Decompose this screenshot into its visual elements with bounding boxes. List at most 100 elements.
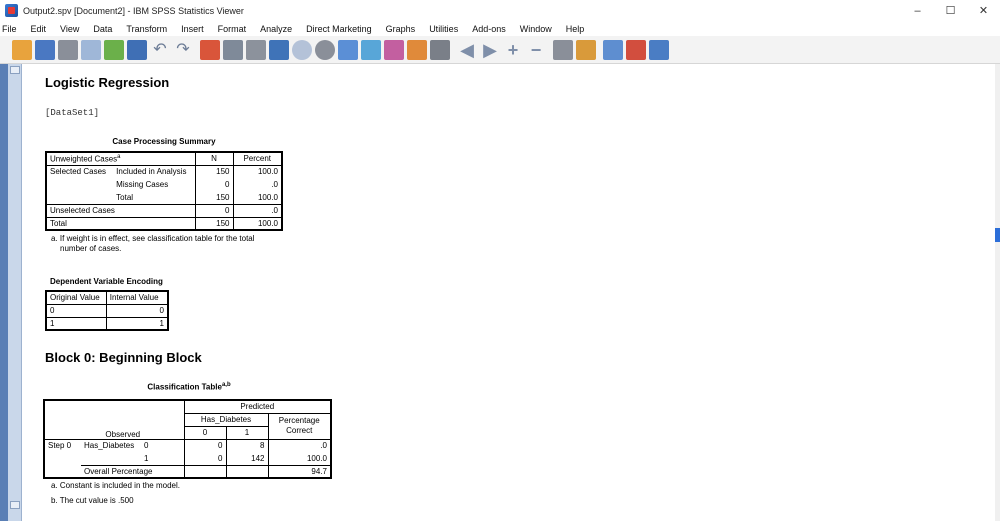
save-icon[interactable]	[35, 39, 55, 60]
outline-pane[interactable]	[0, 64, 8, 521]
menu-direct-marketing[interactable]: Direct Marketing	[299, 24, 379, 34]
classification-table: Predicted Has_Diabetes Percentage Correct…	[43, 399, 332, 479]
open-icon[interactable]	[12, 39, 32, 60]
outline-scroll-up-button[interactable]	[10, 66, 20, 74]
predicted-value-0: 0	[183, 426, 226, 440]
cell-n: 0	[194, 178, 233, 191]
menu-utilities[interactable]: Utilities	[422, 24, 465, 34]
goto-variable-icon[interactable]	[223, 39, 243, 60]
minimize-button[interactable]: –	[901, 0, 934, 21]
menu-window[interactable]: Window	[513, 24, 559, 34]
menu-analyze[interactable]: Analyze	[253, 24, 299, 34]
col-header-unweighted: Unweighted Casesa	[45, 151, 195, 166]
menu-bar: File Edit View Data Transform Insert For…	[0, 21, 1000, 36]
menu-insert[interactable]: Insert	[174, 24, 211, 34]
demote-icon[interactable]	[407, 39, 427, 60]
heading-logistic-regression: Logistic Regression	[45, 75, 170, 90]
classification-footnote-a: a. Constant is included in the model.	[51, 481, 180, 490]
export-icon[interactable]	[104, 39, 124, 60]
classification-title: Classification Tablea,b	[147, 382, 231, 392]
col-header-n: N	[194, 151, 233, 166]
cell-internal: 0	[105, 304, 169, 317]
classification-footnote-b: b. The cut value is .500	[51, 496, 134, 505]
window-title: Output2.spv [Document2] - IBM SPSS Stati…	[23, 5, 244, 16]
outline-scroll-down-button[interactable]	[10, 501, 20, 509]
cell-percent: .0	[232, 203, 283, 217]
menu-transform[interactable]: Transform	[119, 24, 174, 34]
observed-value-0: 0	[141, 438, 184, 452]
variables-icon[interactable]	[246, 39, 266, 60]
insert-title-icon[interactable]	[553, 39, 573, 60]
row-sublabel: Total	[116, 192, 134, 202]
cell-original: 0	[44, 304, 107, 317]
menu-help[interactable]: Help	[559, 24, 592, 34]
spss-app-icon	[5, 4, 18, 17]
goto-case-icon[interactable]	[200, 39, 220, 60]
heading-block-0: Block 0: Beginning Block	[45, 350, 202, 365]
show-icon[interactable]	[338, 39, 358, 60]
chart-icon[interactable]	[603, 39, 623, 60]
cell-percent: 100.0	[232, 216, 283, 231]
predicted-var-header: Has_Diabetes	[183, 413, 268, 427]
row-label	[44, 178, 114, 191]
hide-all-icon[interactable]: +	[503, 40, 523, 60]
row-sublabel: Missing Cases	[116, 180, 169, 189]
vertical-scrollbar[interactable]	[995, 64, 1000, 521]
hide-icon[interactable]	[361, 39, 381, 60]
menu-format[interactable]: Format	[211, 24, 254, 34]
col-header-percent: Percent	[232, 151, 283, 166]
predicted-header: Predicted	[183, 399, 332, 414]
observed-value-1: 1	[144, 453, 149, 463]
cell-count: 0	[183, 452, 226, 465]
step-label: Step 0	[43, 438, 81, 452]
cell-count: 8	[225, 438, 268, 452]
observed-var: Has_Diabetes	[81, 438, 141, 452]
cell-percent: 100.0	[232, 165, 283, 178]
cell-n: 150	[194, 191, 233, 204]
window-controls: – ☐ ✕	[901, 0, 1000, 21]
cell-percent: 100.0	[232, 191, 283, 204]
menu-add-ons[interactable]: Add-ons	[465, 24, 513, 34]
row-label	[44, 191, 114, 204]
insert-heading-icon[interactable]: −	[526, 40, 546, 60]
print-icon[interactable]	[58, 39, 78, 60]
collapse-icon[interactable]: ◀	[457, 40, 477, 60]
menu-view[interactable]: View	[53, 24, 86, 34]
select-icon[interactable]	[315, 39, 335, 60]
menu-file[interactable]: File	[0, 24, 24, 34]
close-button[interactable]: ✕	[967, 0, 1000, 21]
designate-window-icon[interactable]	[269, 39, 289, 60]
script-icon[interactable]	[626, 39, 646, 60]
insert-new-icon[interactable]	[649, 39, 669, 60]
menu-graphs[interactable]: Graphs	[379, 24, 423, 34]
toolbar: ↶ ↷ ◀ ▶ + −	[0, 36, 1000, 64]
predicted-value-1: 1	[225, 426, 268, 440]
row-label: Selected Cases	[44, 165, 114, 178]
cell-n: 150	[194, 216, 233, 231]
goto-data-icon[interactable]	[127, 39, 147, 60]
outline-pane-edge[interactable]	[0, 64, 22, 521]
insert-icon[interactable]	[292, 39, 312, 60]
case-processing-title: Case Processing Summary	[112, 137, 216, 146]
print-preview-icon[interactable]	[81, 39, 101, 60]
dependent-encoding-table: Original Value Internal Value 0 0 1 1	[44, 290, 169, 331]
menu-edit[interactable]: Edit	[24, 24, 54, 34]
overall-percentage-value: 94.7	[267, 464, 332, 479]
expand-icon[interactable]	[430, 39, 450, 60]
cell-percent-correct: 100.0	[267, 452, 332, 465]
cell-n: 150	[194, 165, 233, 178]
show-all-icon[interactable]: ▶	[480, 40, 500, 60]
scrollbar-thumb[interactable]	[995, 228, 1000, 242]
menu-data[interactable]: Data	[86, 24, 119, 34]
cell-original: 1	[44, 316, 107, 331]
redo-icon[interactable]: ↷	[173, 40, 193, 60]
case-processing-footnote: a. If weight is in effect, see classific…	[51, 234, 255, 254]
maximize-button[interactable]: ☐	[934, 0, 967, 21]
promote-icon[interactable]	[384, 39, 404, 60]
undo-icon[interactable]: ↶	[150, 40, 170, 60]
footnote-line: a. If weight is in effect, see classific…	[51, 234, 255, 243]
row-sublabel: Included in Analysis	[116, 167, 187, 177]
insert-text-icon[interactable]	[576, 39, 596, 60]
col-header-original: Original Value	[44, 290, 107, 305]
cell-n: 0	[194, 203, 233, 217]
